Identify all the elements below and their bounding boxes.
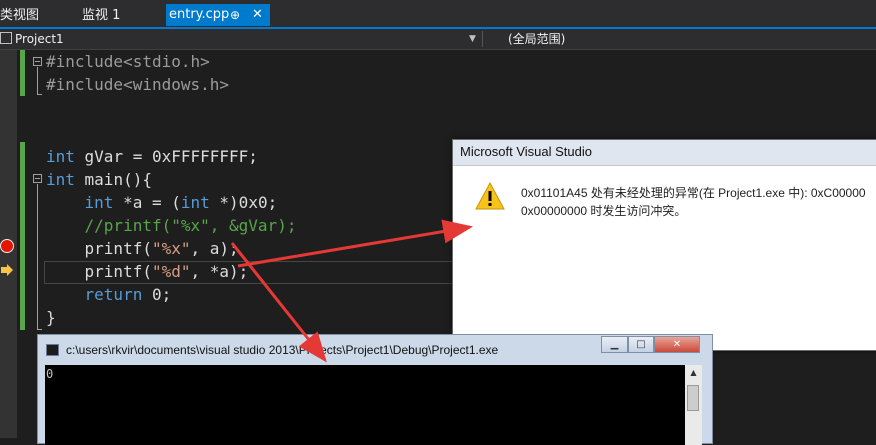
code-line: #include<stdio.h> xyxy=(46,50,210,73)
minimize-button[interactable]: ▁ xyxy=(601,336,628,353)
dialog-body: 0x01101A45 处有未经处理的异常(在 Project1.exe 中): … xyxy=(453,166,876,350)
fold-guide xyxy=(37,329,42,330)
exception-message-line: 0x01101A45 处有未经处理的异常(在 Project1.exe 中): … xyxy=(521,186,866,200)
pin-icon[interactable]: ⊕ xyxy=(230,4,240,26)
code-line: printf("%x", a); xyxy=(46,237,239,260)
code-text: #include<windows.h> xyxy=(46,75,230,94)
code-text: return 0; xyxy=(84,285,172,304)
change-marker xyxy=(20,142,25,330)
fold-guide xyxy=(37,184,38,329)
console-output: 0 xyxy=(46,367,54,381)
project-icon xyxy=(0,32,12,44)
warning-icon xyxy=(475,181,505,214)
code-text: int main(){ xyxy=(46,170,152,189)
tab-watch-1[interactable]: 监视 1 xyxy=(82,5,120,27)
exception-message: 0x01101A45 处有未经处理的异常(在 Project1.exe 中): … xyxy=(521,184,866,220)
scroll-up-icon[interactable]: ▲ xyxy=(685,365,702,381)
code-line: int main(){ xyxy=(46,168,152,191)
document-tab-bar: 类视图 监视 1 entry.cpp ⊕ ✕ xyxy=(0,0,876,29)
divider xyxy=(482,31,483,47)
code-line: return 0; xyxy=(46,283,172,306)
code-line: //printf("%x", &gVar); xyxy=(46,214,297,237)
code-text: int gVar = 0xFFFFFFFF; xyxy=(46,147,258,166)
exception-message-line: 0x00000000 时发生访问冲突。 xyxy=(521,204,687,218)
code-editor[interactable]: #include<stdio.h> #include<windows.h> in… xyxy=(46,50,296,327)
code-text: #include<stdio.h> xyxy=(46,52,210,71)
console-app-icon xyxy=(46,344,59,356)
scrollbar-thumb[interactable] xyxy=(687,385,699,411)
exception-dialog: Microsoft Visual Studio 0x01101A45 处有未经处… xyxy=(452,139,876,351)
close-button[interactable]: ✕ xyxy=(654,336,700,353)
console-title: c:\users\rkvir\documents\visual studio 2… xyxy=(66,343,499,357)
console-window: c:\users\rkvir\documents\visual studio 2… xyxy=(37,334,713,445)
fold-toggle[interactable] xyxy=(33,57,42,66)
code-line: #include<windows.h> xyxy=(46,73,229,96)
maximize-button[interactable]: □ xyxy=(628,336,654,353)
scope-dropdown[interactable]: (全局范围) xyxy=(508,29,565,49)
code-text: } xyxy=(46,308,56,327)
fold-guide xyxy=(37,67,38,95)
code-line: int *a = (int *)0x0; xyxy=(46,191,278,214)
code-comment: //printf("%x", &gVar); xyxy=(46,216,297,235)
code-text: printf("%x", a); xyxy=(46,239,239,258)
code-line: } xyxy=(46,306,56,329)
code-line: int gVar = 0xFFFFFFFF; xyxy=(46,145,258,168)
code-text: int *a = (int *)0x0; xyxy=(84,193,278,212)
console-output-area[interactable]: 0 xyxy=(45,365,685,445)
breakpoint-icon[interactable] xyxy=(0,239,14,253)
fold-toggle[interactable] xyxy=(33,174,42,183)
project-label: Project1 xyxy=(15,32,64,46)
tab-label: entry.cpp xyxy=(169,7,230,22)
console-scrollbar[interactable]: ▲ xyxy=(685,365,702,445)
code-line: printf("%d", *a); xyxy=(46,260,249,283)
tab-entry-cpp[interactable]: entry.cpp ⊕ ✕ xyxy=(166,4,270,26)
dialog-title: Microsoft Visual Studio xyxy=(460,144,592,159)
tab-class-view[interactable]: 类视图 xyxy=(0,5,39,27)
project-dropdown[interactable]: Project1 ▼ xyxy=(0,29,480,49)
change-marker xyxy=(20,50,25,96)
navigation-bar: Project1 ▼ (全局范围) xyxy=(0,29,876,50)
close-tab-icon[interactable]: ✕ xyxy=(252,4,263,26)
dialog-titlebar[interactable]: Microsoft Visual Studio xyxy=(453,140,876,166)
fold-guide xyxy=(37,94,42,95)
console-titlebar[interactable]: c:\users\rkvir\documents\visual studio 2… xyxy=(38,335,712,363)
chevron-down-icon[interactable]: ▼ xyxy=(469,29,476,49)
code-text: printf("%d", *a); xyxy=(46,262,249,281)
